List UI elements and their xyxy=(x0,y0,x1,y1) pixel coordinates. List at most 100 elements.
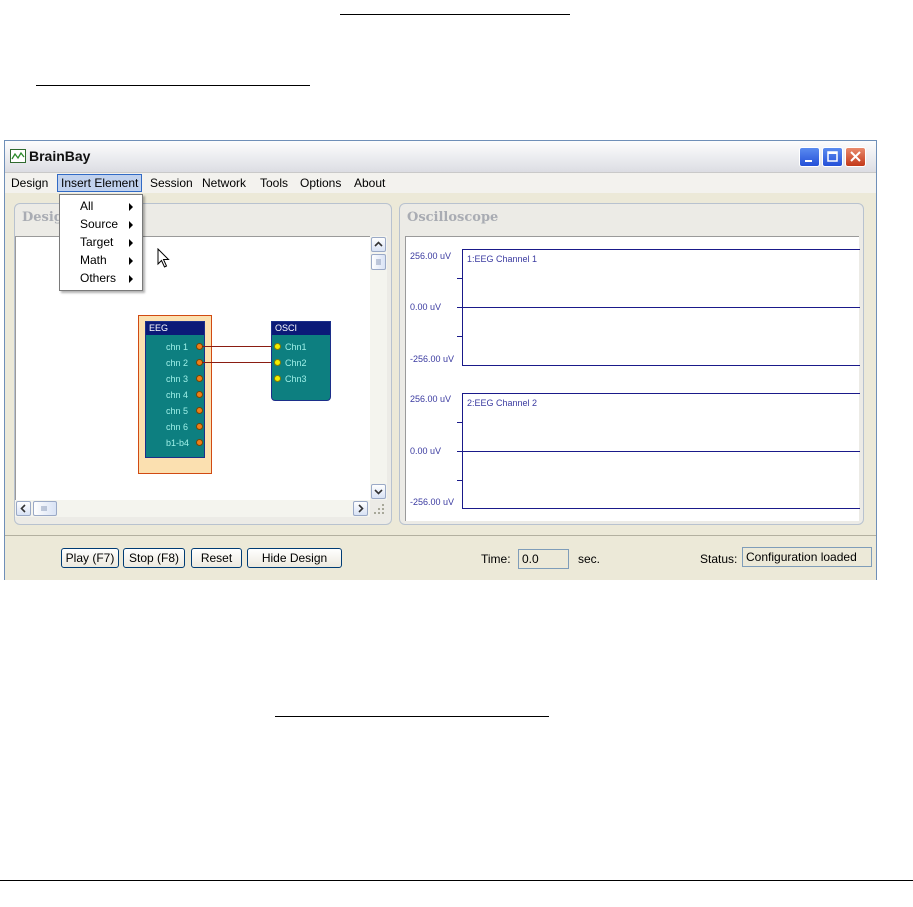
time-unit-label: sec. xyxy=(578,552,601,566)
time-label: Time: xyxy=(481,552,511,566)
play-button[interactable]: Play (F7) xyxy=(61,548,119,568)
dropdown-item-source[interactable]: Source xyxy=(60,215,142,233)
channel1-top-value: 256.00 uV xyxy=(410,251,452,261)
channel1-name: 1:EEG Channel 1 xyxy=(467,254,538,264)
connection-wire[interactable] xyxy=(202,346,275,347)
status-label: Status: xyxy=(700,552,738,566)
channel2-bottom-value: -256.00 uV xyxy=(410,497,455,507)
dropdown-item-label: Source xyxy=(80,217,119,231)
mouse-pointer-icon xyxy=(157,248,170,268)
osci-port-label: Chn1 xyxy=(285,342,307,352)
vertical-scroll-thumb[interactable] xyxy=(371,254,386,270)
channel1-bottom-line xyxy=(462,365,860,366)
app-chart-icon xyxy=(10,149,26,163)
eeg-output-port[interactable] xyxy=(196,375,203,382)
channel1-axis xyxy=(462,249,463,366)
resize-grip-icon[interactable] xyxy=(372,502,386,516)
status-field: Configuration loaded xyxy=(742,547,872,567)
osci-element-title: OSCI xyxy=(272,322,330,335)
channel2-zero-line xyxy=(457,451,860,452)
osci-element[interactable]: OSCI Chn1 Chn2 Chn3 xyxy=(271,321,331,401)
eeg-output-port[interactable] xyxy=(196,407,203,414)
reset-button[interactable]: Reset xyxy=(191,548,242,568)
doc-underline-3 xyxy=(275,716,549,717)
doc-underline-1 xyxy=(340,14,570,15)
title-bar[interactable]: BrainBay xyxy=(5,141,876,173)
scroll-up-button[interactable] xyxy=(371,237,386,252)
eeg-port-label: chn 1 xyxy=(166,342,189,352)
channel2-name: 2:EEG Channel 2 xyxy=(467,398,538,408)
hide-design-button[interactable]: Hide Design xyxy=(247,548,342,568)
menu-about[interactable]: About xyxy=(354,176,385,190)
brainbay-window: BrainBay Design Insert Element Session N… xyxy=(4,140,877,580)
dropdown-item-target[interactable]: Target xyxy=(60,233,142,251)
scroll-down-button[interactable] xyxy=(371,484,386,499)
dropdown-item-label: Others xyxy=(80,271,117,285)
doc-footer-rule xyxy=(0,880,913,881)
submenu-arrow-icon xyxy=(129,275,133,283)
scroll-right-button[interactable] xyxy=(353,501,368,516)
stop-button[interactable]: Stop (F8) xyxy=(123,548,185,568)
doc-underline-2 xyxy=(36,85,310,86)
eeg-port-label: chn 6 xyxy=(166,422,189,432)
osci-input-port[interactable] xyxy=(274,359,281,366)
submenu-arrow-icon xyxy=(129,239,133,247)
dropdown-item-math[interactable]: Math xyxy=(60,251,142,269)
eeg-port-label: chn 2 xyxy=(166,358,189,368)
channel1-zero-value: 0.00 uV xyxy=(410,302,442,312)
channel1-top-line xyxy=(462,249,860,250)
dropdown-item-label: All xyxy=(80,199,94,213)
eeg-element-title: EEG xyxy=(146,322,204,335)
horizontal-scroll-thumb[interactable] xyxy=(33,501,57,516)
menu-tools[interactable]: Tools xyxy=(260,176,288,190)
dropdown-item-label: Target xyxy=(80,235,114,249)
horizontal-scrollbar[interactable] xyxy=(15,500,370,517)
control-bar: Play (F7) Stop (F8) Reset Hide Design Ti… xyxy=(5,535,876,580)
channel2-top-value: 256.00 uV xyxy=(410,394,452,404)
channel1-zero-line xyxy=(457,307,860,308)
oscilloscope-panel-title: Oscilloscope xyxy=(407,210,499,225)
eeg-port-label: b1-b4 xyxy=(166,438,190,448)
eeg-output-port[interactable] xyxy=(196,391,203,398)
eeg-output-port[interactable] xyxy=(196,423,203,430)
maximize-button[interactable] xyxy=(822,147,843,167)
dropdown-item-all[interactable]: All xyxy=(60,197,142,215)
eeg-output-port[interactable] xyxy=(196,439,203,446)
menu-network[interactable]: Network xyxy=(202,176,246,190)
eeg-port-label: chn 5 xyxy=(166,406,189,416)
osci-port-label: Chn3 xyxy=(285,374,307,384)
axis-tick xyxy=(457,278,462,279)
osci-input-port[interactable] xyxy=(274,343,281,350)
submenu-arrow-icon xyxy=(129,203,133,211)
dropdown-item-others[interactable]: Others xyxy=(60,269,142,287)
close-button[interactable] xyxy=(845,147,866,167)
scroll-left-button[interactable] xyxy=(16,501,31,516)
axis-tick xyxy=(457,480,462,481)
menu-insert-element[interactable]: Insert Element xyxy=(57,174,143,192)
submenu-arrow-icon xyxy=(129,257,133,265)
channel2-zero-value: 0.00 uV xyxy=(410,446,442,456)
menu-session[interactable]: Session xyxy=(150,176,193,190)
menu-bar: Design Insert Element Session Network To… xyxy=(5,173,876,193)
eeg-port-label: chn 3 xyxy=(166,374,189,384)
submenu-arrow-icon xyxy=(129,221,133,229)
insert-element-dropdown: All Source Target Math Others xyxy=(59,194,143,291)
time-field: 0.0 xyxy=(518,549,569,569)
connection-wire[interactable] xyxy=(202,362,275,363)
channel2-top-line xyxy=(462,393,860,394)
osci-input-port[interactable] xyxy=(274,375,281,382)
osci-port-label: Chn2 xyxy=(285,358,307,368)
window-title: BrainBay xyxy=(29,148,91,164)
oscilloscope-display[interactable]: 256.00 uV 1:EEG Channel 1 0.00 uV -256.0… xyxy=(405,236,860,521)
minimize-button[interactable] xyxy=(799,147,820,167)
menu-options[interactable]: Options xyxy=(300,176,341,190)
channel1-bottom-value: -256.00 uV xyxy=(410,354,455,364)
eeg-port-label: chn 4 xyxy=(166,390,189,400)
menu-design[interactable]: Design xyxy=(11,176,48,190)
dropdown-item-label: Math xyxy=(80,253,107,267)
channel2-bottom-line xyxy=(462,508,860,509)
axis-tick xyxy=(457,422,462,423)
axis-tick xyxy=(457,336,462,337)
vertical-scrollbar[interactable] xyxy=(370,236,387,500)
eeg-element[interactable]: EEG chn 1 chn 2 chn 3 chn 4 chn 5 chn 6 … xyxy=(145,321,205,458)
